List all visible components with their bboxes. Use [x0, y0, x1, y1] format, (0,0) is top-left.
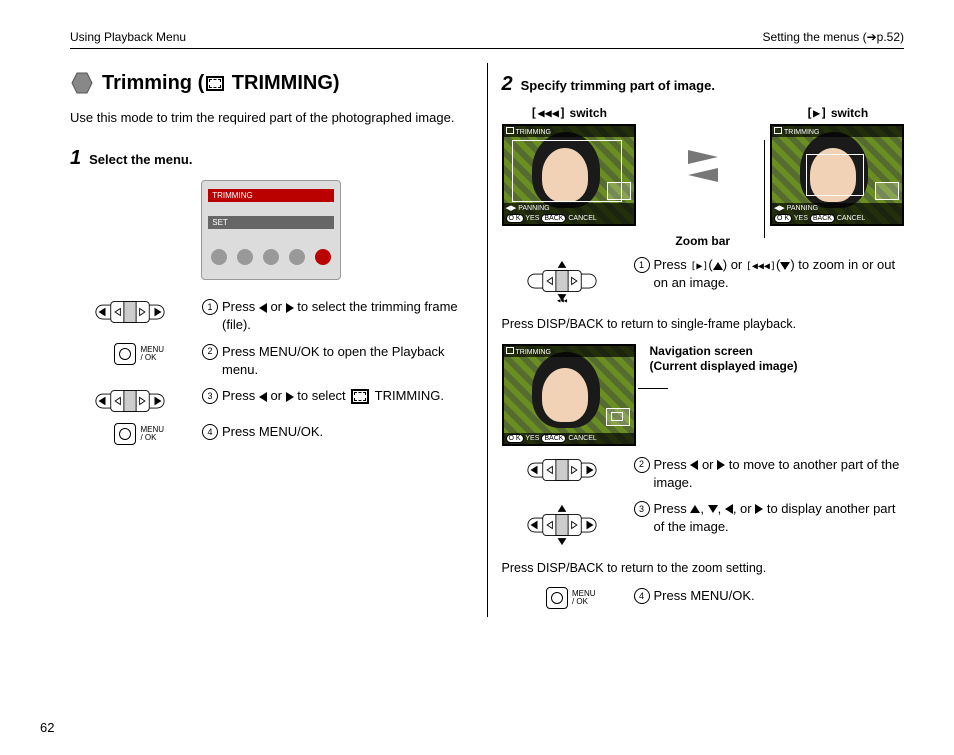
column-left: Trimming ( TRIMMING) Use this mode to tr…: [70, 63, 488, 617]
substep-number-1: 1: [202, 299, 218, 315]
step-1-substep-2: MENU / OK 2 Press MENU/OK to open the Pl…: [70, 343, 473, 379]
column-right: 2 Specify trimming part of image. [◀◀◀] …: [488, 63, 905, 617]
substep-number-4: 4: [634, 588, 650, 604]
header-left: Using Playback Menu: [70, 30, 186, 44]
arrow-right-icon: [688, 150, 718, 164]
menu-ok-button-icon: [114, 343, 136, 365]
menu-ok-label: MENU / OK: [140, 426, 164, 442]
svg-text:◀◀◀: ◀◀◀: [556, 298, 567, 303]
intro-text: Use this mode to trim the required part …: [70, 109, 473, 127]
lcd-zoom-in: TRIMMING ◀▶ PANNING O K YES BACK CANCEL: [770, 124, 904, 226]
menu-ok-label: MENU / OK: [572, 590, 596, 606]
step-2-substep-2: 2 Press or to move to another part of th…: [502, 456, 905, 492]
step-2-heading: 2 Specify trimming part of image.: [502, 73, 905, 96]
substep-number-3: 3: [202, 388, 218, 404]
zoom-rocker-icon: ▶ ◀◀◀: [527, 256, 597, 306]
lcd-navigation-screen: TRIMMING O K YES BACK CANCEL: [502, 344, 636, 446]
arrow-left-icon: [688, 168, 718, 182]
substep-number-3: 3: [634, 501, 650, 517]
hexagon-icon: [70, 71, 94, 95]
step-2-substep-3: 3 Press , , , or to display another part…: [502, 500, 905, 550]
zoom-bar-label: Zoom bar: [502, 234, 905, 248]
menu-ok-button-icon: [546, 587, 568, 609]
step-2-substep-4: MENU / OK 4 Press MENU/OK.: [502, 587, 905, 609]
navigation-caption: Navigation screen (Current displayed ima…: [650, 344, 905, 375]
dpad-horizontal-icon: [527, 456, 597, 484]
navigation-screen-row: TRIMMING O K YES BACK CANCEL Navigation …: [502, 344, 905, 446]
substep-number-2: 2: [202, 344, 218, 360]
menu-ok-button-icon: [114, 423, 136, 445]
section-title: Trimming ( TRIMMING): [70, 71, 473, 95]
step-1-substep-1: 1 Press or to select the trimming frame …: [70, 298, 473, 334]
header-right: Setting the menus (➔p.52): [763, 30, 904, 44]
step-2-substep-1: ▶ ◀◀◀ 1 Press [▶]() or [◀◀◀]() to zoom i…: [502, 256, 905, 306]
lcd-zoom-out: TRIMMING ◀▶ PANNING O K YES BACK CANCEL: [502, 124, 636, 226]
substep-number-1: 1: [634, 257, 650, 273]
step-1-substep-4: MENU / OK 4 Press MENU/OK.: [70, 423, 473, 445]
dpad-4way-icon: [527, 500, 597, 550]
note-disp-back-1: Press DISP/BACK to return to single-fram…: [502, 316, 905, 334]
menu-ok-label: MENU / OK: [140, 346, 164, 362]
dpad-horizontal-icon: [95, 298, 165, 326]
dpad-horizontal-icon: [95, 387, 165, 415]
zoom-switch-illustration: [◀◀◀] switch TRIMMING ◀▶ PANNING O K YES…: [502, 106, 905, 226]
page-number: 62: [40, 720, 54, 735]
menu-screenshot: TRIMMING SET: [201, 180, 341, 280]
step-1-heading: 1 Select the menu.: [70, 147, 473, 170]
trimming-icon: [206, 76, 224, 91]
note-disp-back-2: Press DISP/BACK to return to the zoom se…: [502, 560, 905, 578]
substep-number-2: 2: [634, 457, 650, 473]
step-1-substep-3: 3 Press or to select TRIMMING.: [70, 387, 473, 415]
substep-number-4: 4: [202, 424, 218, 440]
